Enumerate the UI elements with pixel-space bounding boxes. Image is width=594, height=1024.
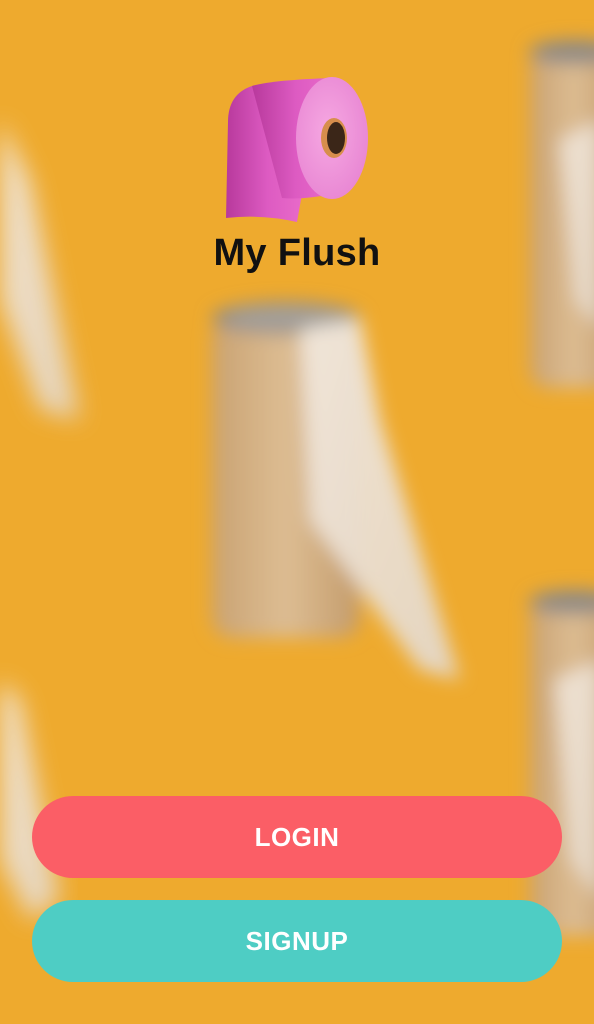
app-title: My Flush <box>213 232 381 274</box>
login-button-label: LOGIN <box>254 821 340 852</box>
toilet-paper-roll-icon <box>226 77 368 222</box>
welcome-screen: My Flush LOGIN SIGNUP <box>0 0 594 1024</box>
login-button[interactable]: LOGIN <box>32 796 562 878</box>
signup-button-label: SIGNUP <box>245 925 349 956</box>
signup-button[interactable]: SIGNUP <box>32 900 562 982</box>
